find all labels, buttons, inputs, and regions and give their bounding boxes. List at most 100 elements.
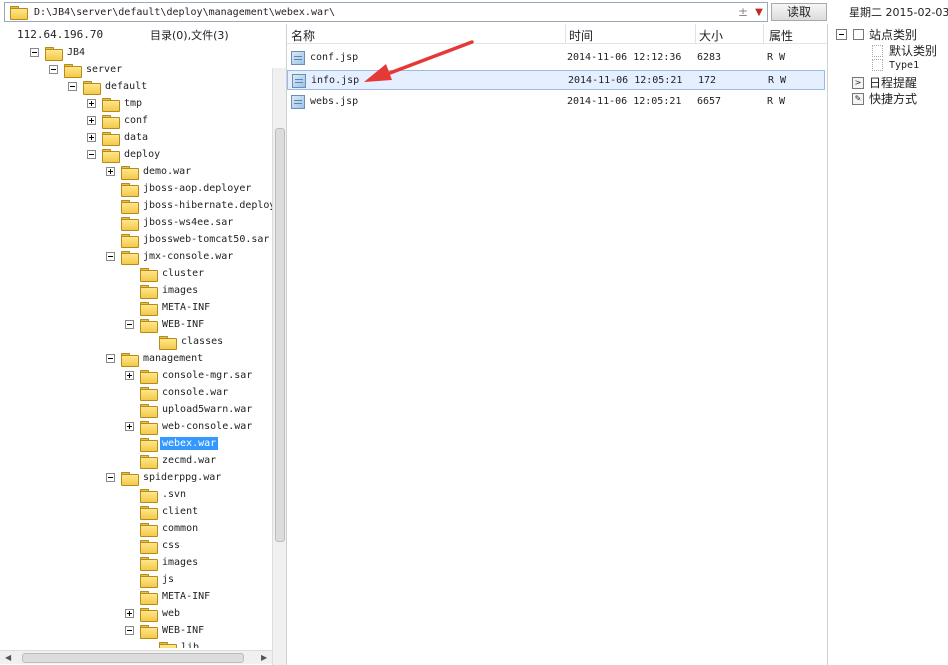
tree-node-label[interactable]: META-INF bbox=[160, 590, 212, 603]
tree-node-label[interactable]: console-mgr.sar bbox=[160, 369, 254, 382]
collapse-icon[interactable] bbox=[87, 150, 96, 159]
tree-node-label[interactable]: spiderppg.war bbox=[141, 471, 223, 484]
tree-node-label[interactable]: css bbox=[160, 539, 182, 552]
tree-node[interactable]: css bbox=[125, 537, 182, 554]
tree-node[interactable]: webex.war bbox=[125, 435, 219, 452]
tree-node[interactable]: js bbox=[125, 571, 176, 588]
read-button[interactable]: 读取 bbox=[771, 3, 827, 21]
tree-node[interactable]: .svn bbox=[125, 486, 188, 503]
tree-node[interactable]: images bbox=[125, 282, 200, 299]
tree-node-label[interactable]: conf bbox=[122, 114, 150, 127]
tree-node-label[interactable]: jboss-hibernate.deployer bbox=[141, 199, 272, 212]
default-category-node[interactable]: 默认类别 bbox=[872, 42, 937, 59]
tree-node[interactable]: data bbox=[87, 129, 150, 146]
tree-node[interactable]: common bbox=[125, 520, 200, 537]
column-name[interactable]: 名称 bbox=[291, 27, 315, 44]
tree-node[interactable]: demo.war bbox=[106, 163, 193, 180]
tree-node[interactable]: WEB-INF bbox=[125, 622, 206, 639]
tree-horizontal-scrollbar[interactable]: ◀ ▶ bbox=[0, 650, 272, 664]
tree-vertical-scrollbar[interactable] bbox=[272, 68, 286, 665]
scroll-right-icon[interactable]: ▶ bbox=[261, 653, 267, 662]
scroll-left-icon[interactable]: ◀ bbox=[5, 653, 11, 662]
tree-node[interactable]: META-INF bbox=[125, 588, 212, 605]
column-divider[interactable] bbox=[763, 24, 764, 44]
tree-node[interactable]: zecmd.war bbox=[125, 452, 218, 469]
tree-node[interactable]: web bbox=[125, 605, 182, 622]
collapse-icon[interactable] bbox=[125, 320, 134, 329]
shortcut-node[interactable]: ✎ 快捷方式 bbox=[852, 90, 917, 107]
tree-node-label[interactable]: WEB-INF bbox=[160, 624, 206, 637]
schedule-node[interactable]: > 日程提醒 bbox=[852, 74, 917, 91]
tree-node-label[interactable]: console.war bbox=[160, 386, 230, 399]
column-size[interactable]: 大小 bbox=[699, 27, 723, 44]
tree-node-label[interactable]: META-INF bbox=[160, 301, 212, 314]
collapse-icon[interactable] bbox=[49, 65, 58, 74]
tree-node-label[interactable]: JB4 bbox=[65, 46, 87, 59]
tree-node-label[interactable]: upload5warn.war bbox=[160, 403, 254, 416]
tree-node-label[interactable]: lib bbox=[179, 641, 201, 648]
tree-node-label[interactable]: webex.war bbox=[160, 437, 219, 450]
expand-icon[interactable] bbox=[125, 422, 134, 431]
tree-node[interactable]: lib bbox=[144, 639, 201, 648]
tree-node-label[interactable]: server bbox=[84, 63, 124, 76]
tree-node[interactable]: jboss-ws4ee.sar bbox=[106, 214, 235, 231]
collapse-icon[interactable] bbox=[106, 473, 115, 482]
tree-node[interactable]: default bbox=[68, 78, 149, 95]
tree-node[interactable]: web-console.war bbox=[125, 418, 254, 435]
column-attr[interactable]: 属性 bbox=[769, 27, 793, 44]
tree-node[interactable]: console-mgr.sar bbox=[125, 367, 254, 384]
tree-node[interactable]: client bbox=[125, 503, 200, 520]
tree-node[interactable]: cluster bbox=[125, 265, 206, 282]
tree-node[interactable]: deploy bbox=[87, 146, 162, 163]
collapse-icon[interactable] bbox=[106, 354, 115, 363]
tree-node[interactable]: META-INF bbox=[125, 299, 212, 316]
tree-node-label[interactable]: zecmd.war bbox=[160, 454, 218, 467]
tree-node-label[interactable]: demo.war bbox=[141, 165, 193, 178]
tree-node-label[interactable]: images bbox=[160, 284, 200, 297]
type1-node[interactable]: Type1 bbox=[872, 59, 919, 71]
collapse-icon[interactable] bbox=[68, 82, 77, 91]
tree-node-label[interactable]: client bbox=[160, 505, 200, 518]
tree-node[interactable]: server bbox=[49, 61, 124, 78]
tree-node[interactable]: JB4 bbox=[30, 44, 87, 61]
file-row[interactable]: webs.jsp 2014-11-06 12:05:21 6657 R W bbox=[287, 92, 825, 112]
tree-node[interactable]: classes bbox=[144, 333, 225, 350]
path-text[interactable]: D:\JB4\server\default\deploy\management\… bbox=[34, 7, 735, 18]
collapse-icon[interactable] bbox=[106, 252, 115, 261]
tree-node[interactable]: WEB-INF bbox=[125, 316, 206, 333]
column-divider[interactable] bbox=[565, 24, 566, 44]
tree-node-label[interactable]: data bbox=[122, 131, 150, 144]
tree-node-label[interactable]: common bbox=[160, 522, 200, 535]
tree-node-label[interactable]: jbossweb-tomcat50.sar bbox=[141, 233, 271, 246]
tree-node-label[interactable]: jmx-console.war bbox=[141, 250, 235, 263]
site-category-node[interactable]: 站点类别 bbox=[836, 26, 917, 43]
tree-node-label[interactable]: images bbox=[160, 556, 200, 569]
tree-node-label[interactable]: cluster bbox=[160, 267, 206, 280]
tree-node-label[interactable]: management bbox=[141, 352, 205, 365]
scrollbar-thumb[interactable] bbox=[22, 653, 244, 663]
tree-node[interactable]: images bbox=[125, 554, 200, 571]
tree-node[interactable]: jboss-hibernate.deployer bbox=[106, 197, 272, 214]
tree-node[interactable]: jbossweb-tomcat50.sar bbox=[106, 231, 271, 248]
expand-icon[interactable] bbox=[87, 116, 96, 125]
tree-node[interactable]: jboss-aop.deployer bbox=[106, 180, 253, 197]
tree-node-label[interactable]: jboss-aop.deployer bbox=[141, 182, 253, 195]
tree-node[interactable]: conf bbox=[87, 112, 150, 129]
tree-node-label[interactable]: web bbox=[160, 607, 182, 620]
add-icon[interactable]: ± bbox=[735, 5, 751, 19]
tree-node-label[interactable]: js bbox=[160, 573, 176, 586]
expand-icon[interactable] bbox=[87, 133, 96, 142]
path-input[interactable]: D:\JB4\server\default\deploy\management\… bbox=[4, 2, 768, 22]
expand-icon[interactable] bbox=[106, 167, 115, 176]
tree-node[interactable]: spiderppg.war bbox=[106, 469, 223, 486]
tree-node[interactable]: management bbox=[106, 350, 205, 367]
tree-node-label[interactable]: WEB-INF bbox=[160, 318, 206, 331]
dropdown-icon[interactable]: ▼ bbox=[751, 7, 767, 18]
expand-icon[interactable] bbox=[125, 371, 134, 380]
tree-node-label[interactable]: deploy bbox=[122, 148, 162, 161]
expand-icon[interactable] bbox=[87, 99, 96, 108]
collapse-icon[interactable] bbox=[125, 626, 134, 635]
scrollbar-thumb[interactable] bbox=[275, 128, 285, 542]
expand-icon[interactable] bbox=[125, 609, 134, 618]
collapse-icon[interactable] bbox=[836, 29, 847, 40]
